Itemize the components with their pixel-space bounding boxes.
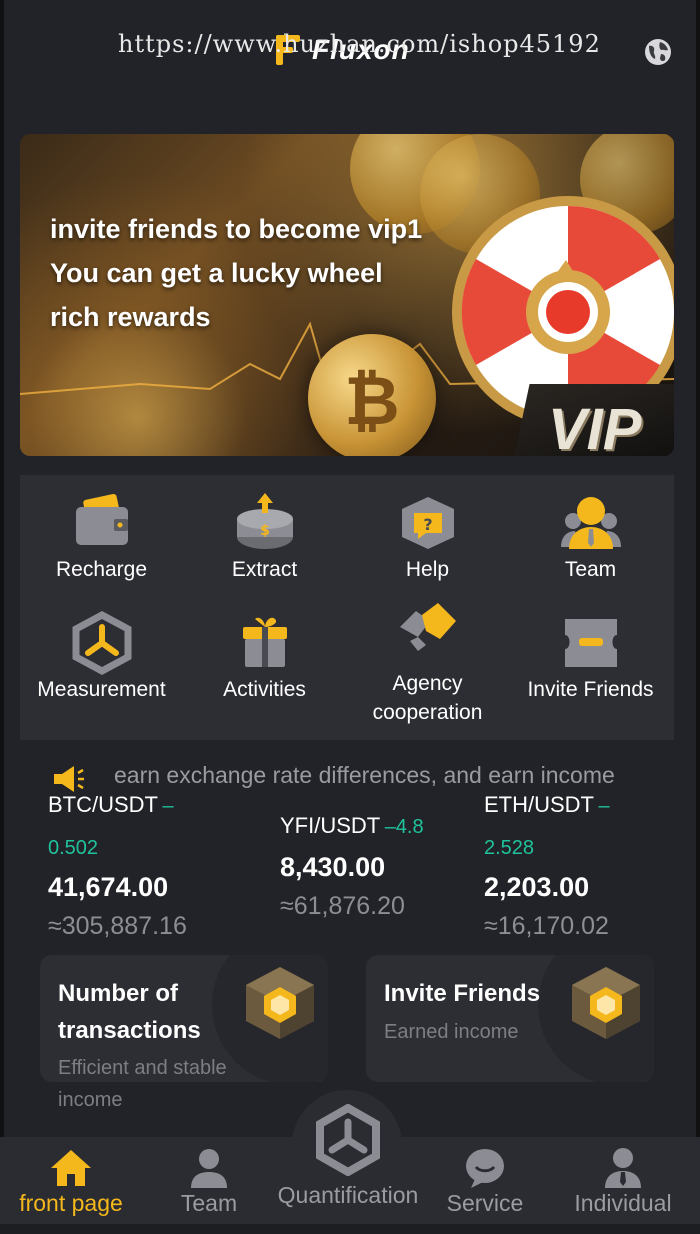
card-subtitle: Earned income (384, 1021, 519, 1043)
ticker-converted: ≈16,170.02 (484, 912, 609, 940)
card-subtitle-overflow: income (58, 1089, 123, 1111)
cube-icon (572, 967, 640, 1039)
banner-line-2: You can get a lucky wheel (50, 258, 383, 288)
ticker-price: 41,674.00 (48, 872, 169, 902)
measurement-icon (72, 611, 131, 675)
quick-menu: Recharge $ Extract ? Help Team Measureme… (20, 475, 674, 740)
menu-item-extract[interactable]: $ Extract (183, 491, 346, 584)
menu-label-activities: Activities (223, 678, 306, 701)
menu-item-help[interactable]: ? Help (346, 491, 509, 584)
ticker-pair: BTC/USDT (48, 792, 158, 817)
ticker-change: –4.8 (384, 816, 424, 838)
nav-label-quantification: Quantification (277, 1182, 419, 1208)
card-title-line-1: Number of (58, 980, 178, 1007)
menu-label-help: Help (405, 558, 450, 581)
ticker-price: 8,430.00 (280, 852, 386, 882)
notice-text: earn exchange rate differences, and earn… (114, 762, 615, 788)
nav-bottom-strip (0, 1224, 700, 1234)
ticker-change: – (598, 795, 610, 817)
menu-item-measurement[interactable]: Measurement (20, 611, 183, 704)
watermark-url: https://www.huzhan.com/ishop45192 (118, 30, 601, 58)
nav-item-team[interactable]: Team (164, 1146, 254, 1217)
gift-icon (242, 617, 287, 667)
menu-item-activities[interactable]: Activities (183, 611, 346, 704)
svg-text:?: ? (423, 515, 432, 534)
menu-label-extract: Extract (231, 558, 298, 581)
nav-item-individual[interactable]: Individual (566, 1146, 680, 1217)
card-subtitle: Efficient and stable (58, 1057, 227, 1079)
ticker-pair: ETH/USDT (484, 792, 594, 817)
ticker-yfi[interactable]: YFI/USDT –4.8 8,430.00 ≈61,876.20 (280, 812, 480, 923)
quantification-icon (316, 1104, 380, 1176)
nav-item-service[interactable]: Service (440, 1146, 530, 1217)
card-invite-friends[interactable]: Invite Friends Earned income (366, 955, 654, 1082)
menu-item-team[interactable]: Team (509, 491, 672, 584)
svg-text:$: $ (260, 523, 270, 539)
card-number-of-transactions[interactable]: Number of transactions Efficient and sta… (40, 955, 328, 1082)
left-edge (0, 0, 4, 1234)
menu-item-invite-friends[interactable]: Invite Friends (509, 611, 672, 704)
ticker-change: – (162, 795, 174, 817)
handshake-icon (399, 603, 456, 651)
team-icon (191, 1149, 227, 1188)
team-icon (560, 497, 621, 549)
menu-item-agency-cooperation[interactable]: Agency cooperation (346, 597, 509, 727)
menu-label-measurement: Measurement (37, 678, 166, 701)
menu-item-recharge[interactable]: Recharge (20, 491, 183, 584)
nav-item-quantification[interactable]: Quantification (266, 1104, 430, 1209)
ticket-icon (564, 619, 617, 667)
help-icon: ? (401, 497, 454, 549)
ticker-pair: YFI/USDT (280, 813, 381, 838)
nav-item-front-page[interactable]: front page (10, 1146, 132, 1217)
right-edge (696, 0, 700, 1234)
menu-label-recharge: Recharge (55, 558, 148, 581)
menu-label-invite-friends: Invite Friends (527, 678, 654, 701)
card-title: Invite Friends (384, 980, 541, 1007)
bitcoin-coin-icon: ₿ (308, 334, 436, 456)
nav-label-team: Team (180, 1190, 238, 1216)
globe-icon[interactable] (643, 37, 673, 67)
cube-icon (246, 967, 314, 1039)
ticker-converted: ≈305,887.16 (48, 912, 187, 940)
home-icon (51, 1150, 91, 1186)
vip-badge: VIP (548, 397, 642, 456)
withdraw-icon: $ (236, 493, 293, 549)
ticker-btc[interactable]: BTC/USDT – 0.502 41,674.00 ≈305,887.16 (48, 790, 268, 943)
ticker-converted: ≈61,876.20 (280, 892, 405, 920)
promo-banner[interactable]: invite friends to become vip1 You can ge… (20, 134, 674, 456)
nav-label-front-page: front page (19, 1190, 123, 1216)
wallet-icon (75, 493, 128, 545)
ticker-change-value: 0.502 (48, 837, 99, 859)
ticker-price: 2,203.00 (484, 872, 590, 902)
menu-label-agency-cooperation: Agency cooperation (372, 672, 483, 724)
card-title-line-2: transactions (58, 1017, 201, 1044)
chat-icon (466, 1149, 504, 1188)
header: Fluxon https://www.huzhan.com/ishop45192 (0, 0, 700, 100)
banner-line-1: invite friends to become vip1 (50, 214, 423, 244)
nav-label-individual: Individual (574, 1190, 672, 1216)
banner-line-3: rich rewards (50, 302, 211, 332)
ticker-eth[interactable]: ETH/USDT – 2.528 2,203.00 ≈16,170.02 (484, 790, 684, 943)
card-title: Number of transactions (58, 975, 201, 1049)
nav-label-service: Service (446, 1190, 524, 1216)
user-icon (605, 1148, 641, 1188)
ticker-change-value: 2.528 (484, 837, 535, 859)
menu-label-team: Team (564, 558, 617, 581)
